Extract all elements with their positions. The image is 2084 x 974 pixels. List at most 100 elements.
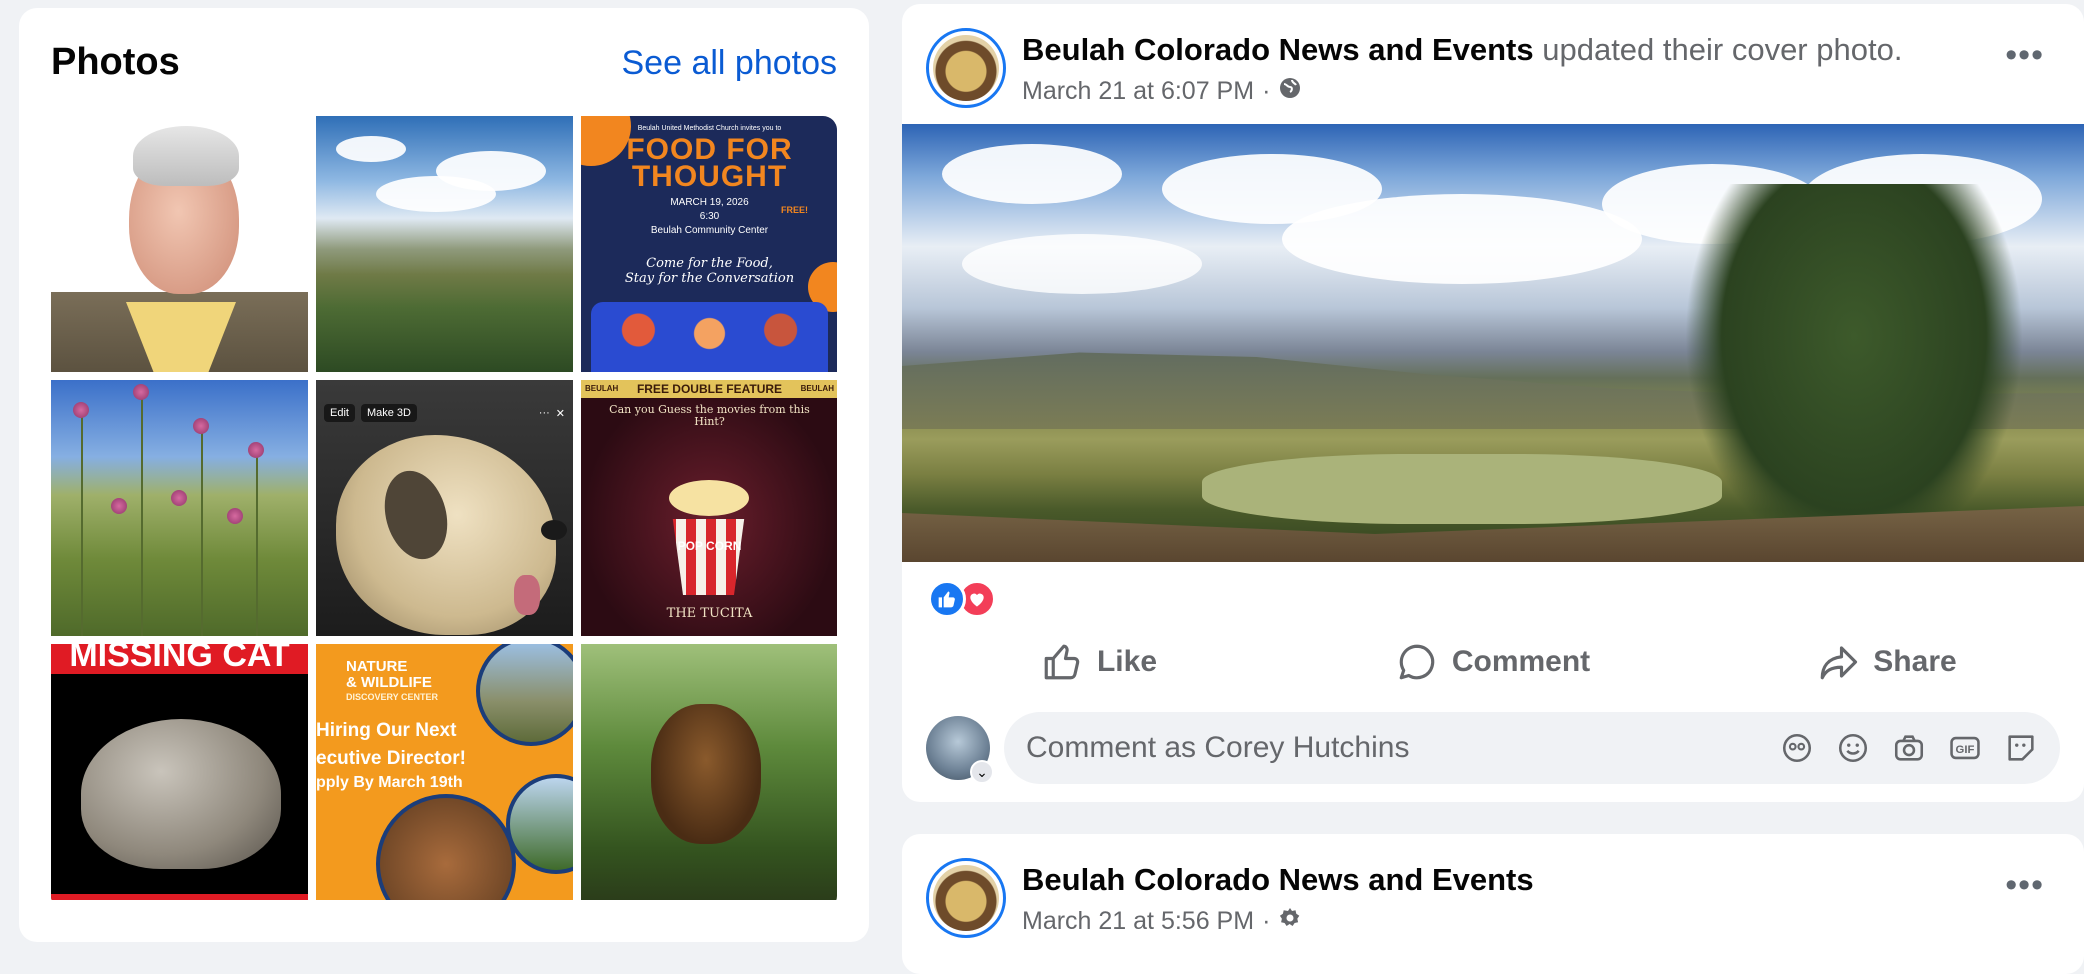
flyer-line-1: Hiring Our Next bbox=[316, 720, 457, 741]
thistle-stem bbox=[81, 410, 83, 636]
post-timestamp[interactable]: March 21 at 5:56 PM bbox=[1022, 907, 1254, 936]
thistle-stem bbox=[201, 425, 203, 636]
share-arrow-icon bbox=[1820, 646, 1858, 680]
more-icon[interactable]: ··· bbox=[539, 407, 550, 419]
photo-tile-portrait[interactable] bbox=[51, 116, 308, 372]
photo-tile-missing-cat[interactable]: MISSING CAT bbox=[51, 644, 308, 900]
photo-tile-nature-wildlife-flyer[interactable]: NATURE & WILDLIFE DISCOVERY CENTER Hirin… bbox=[316, 644, 573, 900]
comment-button[interactable]: Comment bbox=[1296, 634, 1690, 690]
cloud bbox=[336, 136, 406, 162]
movie-poster-question: Can you Guess the movies from this Hint? bbox=[609, 403, 810, 428]
poster-headline-line-1: FOOD FOR bbox=[626, 133, 793, 166]
photo-edit-toolbar: Edit Make 3D ··· ✕ bbox=[316, 402, 573, 424]
popcorn-label: POP CORN bbox=[677, 539, 742, 553]
comment-box: GIF bbox=[1004, 712, 2060, 784]
flyer-photo-circle bbox=[476, 644, 573, 746]
photo-tile-movie-poster[interactable]: BEULAH FREE DOUBLE FEATURE BEULAH Can yo… bbox=[581, 380, 837, 636]
photo-tile-food-for-thought-poster[interactable]: Beulah United Methodist Church invites y… bbox=[581, 116, 837, 372]
photo-tile-dog[interactable]: Edit Make 3D ··· ✕ bbox=[316, 380, 573, 636]
page-name-link[interactable]: Beulah Colorado News and Events bbox=[1022, 32, 1534, 67]
thumbs-up-icon bbox=[1044, 644, 1080, 680]
thistle-stem bbox=[141, 390, 143, 636]
like-reaction-icon bbox=[928, 580, 966, 618]
movie-poster-brand-left: BEULAH bbox=[585, 384, 619, 393]
poster-headline: FOOD FOR THOUGHT bbox=[581, 133, 837, 193]
popcorn-top bbox=[669, 480, 749, 516]
meta-separator: · bbox=[1262, 77, 1271, 105]
poster-illustration bbox=[591, 302, 828, 372]
thistle-stem bbox=[256, 450, 258, 636]
thistle-flower bbox=[111, 498, 127, 514]
share-label: Share bbox=[1873, 645, 1957, 678]
movie-poster-venue: THE TUCITA bbox=[666, 606, 753, 621]
poster-venue: Beulah Community Center bbox=[650, 225, 769, 236]
movie-poster-banner: BEULAH FREE DOUBLE FEATURE BEULAH bbox=[581, 380, 837, 398]
portrait-hair bbox=[133, 126, 239, 186]
missing-cat-footer bbox=[51, 894, 308, 900]
movie-poster-banner-text: FREE DOUBLE FEATURE bbox=[636, 382, 783, 396]
cloud bbox=[1282, 194, 1642, 284]
like-button[interactable]: Like bbox=[902, 634, 1296, 690]
camera-icon[interactable] bbox=[1892, 731, 1926, 765]
flyer-photo-circle bbox=[376, 794, 516, 900]
cloud bbox=[942, 144, 1122, 204]
close-icon[interactable]: ✕ bbox=[556, 407, 565, 420]
poster-script-line-1: Come for the Food, bbox=[646, 256, 773, 271]
comment-input[interactable] bbox=[1026, 731, 1780, 765]
emoji-icon[interactable] bbox=[1836, 731, 1870, 765]
user-avatar[interactable]: ⌄ bbox=[926, 716, 994, 784]
meta-separator: · bbox=[1262, 907, 1271, 935]
poster-script: Come for the Food, Stay for the Conversa… bbox=[581, 256, 837, 286]
thistle-flower bbox=[171, 490, 187, 506]
share-button[interactable]: Share bbox=[1690, 634, 2084, 690]
missing-cat-banner: MISSING CAT bbox=[51, 644, 308, 674]
post-second: Beulah Colorado News and Events March 21… bbox=[902, 834, 2084, 974]
post-meta: March 21 at 6:07 PM · bbox=[1022, 76, 1302, 107]
post-action-text: updated their cover photo. bbox=[1542, 32, 1903, 67]
svg-text:GIF: GIF bbox=[1956, 744, 1975, 756]
flyer-brand-2: & WILDLIFE bbox=[346, 674, 432, 691]
cover-photo[interactable] bbox=[902, 124, 2084, 562]
post-cover-photo: Beulah Colorado News and Events updated … bbox=[902, 4, 2084, 802]
flyer-line-3: pply By March 19th bbox=[316, 774, 463, 791]
page-logo bbox=[933, 35, 999, 101]
poster-headline-line-2: THOUGHT bbox=[631, 160, 788, 193]
photos-card: Photos See all photos Beulah United Meth… bbox=[19, 8, 869, 942]
page-name-link[interactable]: Beulah Colorado News and Events bbox=[1022, 862, 1534, 898]
flyer-brand-3: DISCOVERY CENTER bbox=[346, 692, 439, 702]
see-all-photos-link[interactable]: See all photos bbox=[622, 44, 838, 83]
flyer-photo-circle bbox=[506, 774, 573, 874]
photo-tile-dog-forest[interactable] bbox=[581, 644, 837, 900]
cloud bbox=[376, 176, 496, 212]
poster-badge: FREE! bbox=[781, 205, 808, 215]
avatar-sticker-icon[interactable] bbox=[1780, 731, 1814, 765]
flyer-line-2: ecutive Director! bbox=[316, 748, 466, 769]
edit-button[interactable]: Edit bbox=[324, 404, 355, 422]
sticker-icon[interactable] bbox=[2004, 731, 2038, 765]
gif-icon[interactable]: GIF bbox=[1948, 731, 1982, 765]
photos-title: Photos bbox=[51, 41, 180, 83]
reaction-summary[interactable] bbox=[928, 580, 996, 618]
more-options-button[interactable]: ••• bbox=[2005, 36, 2044, 75]
like-label: Like bbox=[1096, 645, 1158, 678]
thistle-flower bbox=[133, 384, 149, 400]
movie-poster-brand-right: BEULAH bbox=[800, 384, 834, 393]
photo-tile-thistles[interactable] bbox=[51, 380, 308, 636]
cloud bbox=[962, 234, 1202, 294]
comment-bubble-icon bbox=[1399, 644, 1435, 680]
dog-tongue bbox=[514, 575, 540, 615]
post-header-text: Beulah Colorado News and Events updated … bbox=[1022, 32, 1902, 68]
more-options-button[interactable]: ••• bbox=[2005, 866, 2044, 905]
page-avatar[interactable] bbox=[926, 858, 1006, 938]
page-avatar[interactable] bbox=[926, 28, 1006, 108]
gear-icon bbox=[1278, 906, 1302, 937]
comment-tools: GIF bbox=[1780, 731, 2038, 765]
post-timestamp[interactable]: March 21 at 6:07 PM bbox=[1022, 77, 1254, 106]
chevron-down-icon[interactable]: ⌄ bbox=[970, 760, 994, 784]
make-3d-button[interactable]: Make 3D bbox=[360, 404, 417, 422]
post-meta: March 21 at 5:56 PM · bbox=[1022, 906, 1302, 937]
comment-composer: ⌄ GIF bbox=[926, 712, 2060, 784]
post-actions-bar: Like Comment Share bbox=[902, 634, 2084, 690]
thistle-flower bbox=[227, 508, 243, 524]
photo-tile-landscape[interactable] bbox=[316, 116, 573, 372]
